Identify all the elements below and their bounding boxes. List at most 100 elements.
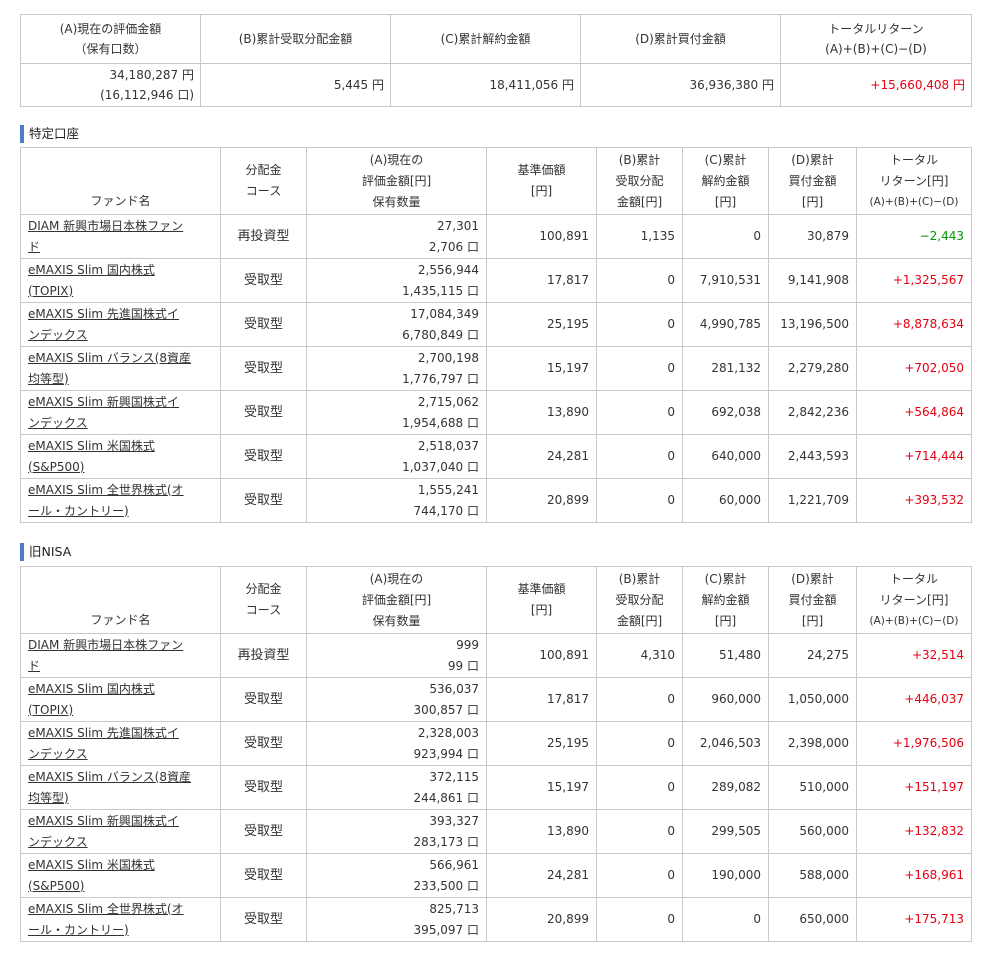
- column-header-course-line: コース: [245, 603, 282, 617]
- cumulative-dividends: 0: [596, 390, 683, 435]
- column-header-nav: 基準価額 [円]: [486, 566, 597, 634]
- column-header-valuation-line: (A)現在の: [369, 571, 424, 586]
- column-header-valuation-line: (A)現在の: [369, 152, 424, 167]
- column-header-valuation: (A)現在の 評価金額[円] 保有数量: [306, 566, 487, 634]
- fund-name-link[interactable]: eMAXIS Slim 先進国株式イ ンデックス: [28, 726, 179, 761]
- cumulative-dividends: 0: [596, 302, 683, 347]
- column-header-nav-line: [円]: [530, 184, 553, 198]
- nav-price: 100,891: [486, 214, 597, 259]
- column-header-purchase-line: (D)累計: [791, 571, 834, 586]
- fund-name-link[interactable]: eMAXIS Slim バランス(8資産 均等型): [28, 351, 191, 386]
- fund-name-link[interactable]: DIAM 新興市場日本株ファンド: [28, 638, 183, 673]
- column-header-valuation-line: 評価金額[円]: [361, 592, 432, 607]
- total-return: +446,037: [856, 677, 972, 722]
- cumulative-purchase: 13,196,500: [768, 302, 857, 347]
- fund-name-cell: eMAXIS Slim 先進国株式イ ンデックス: [20, 302, 221, 347]
- fund-name-link[interactable]: eMAXIS Slim 先進国株式イ ンデックス: [28, 307, 179, 342]
- distribution-course: 受取型: [220, 765, 307, 810]
- fund-name-link[interactable]: eMAXIS Slim 米国株式 (S&P500): [28, 439, 155, 474]
- fund-name-part: eMAXIS Slim 国内株式: [28, 262, 155, 277]
- cumulative-cancellation: 0: [682, 897, 769, 942]
- summary-header-valuation-line2: （保有口数）: [74, 42, 147, 56]
- valuation-amount: 2,328,003: [417, 725, 479, 740]
- column-header-nav-line: 基準価額: [517, 163, 566, 177]
- cumulative-cancellation: 7,910,531: [682, 258, 769, 303]
- holding-quantity: 1,954,688 口: [402, 415, 479, 430]
- cumulative-dividends: 0: [596, 809, 683, 854]
- valuation-amount: 1,555,241: [417, 482, 479, 497]
- cumulative-dividends: 0: [596, 434, 683, 479]
- column-header-valuation-line: 評価金額[円]: [361, 173, 432, 188]
- summary-header-total-return-line1: トータルリターン: [828, 22, 924, 36]
- holding-quantity: 233,500 口: [413, 878, 479, 893]
- fund-name-link[interactable]: eMAXIS Slim 新興国株式イ ンデックス: [28, 395, 179, 430]
- column-header-course: 分配金 コース: [220, 566, 307, 634]
- column-header-purchase: (D)累計 買付金額 [円]: [768, 566, 857, 634]
- fund-name-link[interactable]: eMAXIS Slim 全世界株式(オ ール・カントリー): [28, 902, 184, 937]
- holding-quantity: 244,861 口: [413, 790, 479, 805]
- fund-name-link[interactable]: eMAXIS Slim 新興国株式イ ンデックス: [28, 814, 179, 849]
- valuation-amount: 566,961: [429, 857, 479, 872]
- fund-name-cell: eMAXIS Slim バランス(8資産 均等型): [20, 346, 221, 391]
- valuation-cell: 17,084,349 6,780,849 口: [306, 302, 487, 347]
- cumulative-purchase: 1,221,709: [768, 478, 857, 523]
- column-header-total-return: トータル リターン[円] (A)+(B)+(C)−(D): [856, 566, 972, 634]
- section-title-old-nisa: 旧NISA: [20, 543, 71, 561]
- nav-price: 15,197: [486, 765, 597, 810]
- column-header-dividends-line: (B)累計: [618, 152, 661, 167]
- column-header-course: 分配金 コース: [220, 147, 307, 215]
- valuation-cell: 2,715,062 1,954,688 口: [306, 390, 487, 435]
- column-header-dividends: (B)累計 受取分配 金額[円]: [596, 566, 683, 634]
- summary-dividends: 5,445 円: [200, 63, 391, 107]
- distribution-course: 受取型: [220, 258, 307, 303]
- fund-name-link[interactable]: eMAXIS Slim 国内株式 (TOPIX): [28, 263, 155, 298]
- fund-name-part: ンデックス: [28, 415, 88, 430]
- column-header-dividends-line: 受取分配: [615, 173, 664, 188]
- distribution-course: 受取型: [220, 677, 307, 722]
- fund-row: eMAXIS Slim 新興国株式イ ンデックス 受取型 2,715,062 1,954…: [20, 390, 972, 435]
- holding-quantity: 1,435,115 口: [402, 283, 479, 298]
- fund-name-part: (S&P500): [28, 878, 85, 893]
- valuation-amount: 2,556,944: [417, 262, 479, 277]
- fund-name-link[interactable]: DIAM 新興市場日本株ファンド: [28, 219, 183, 254]
- valuation-amount: 393,327: [429, 813, 479, 828]
- column-header-total-return-line: (A)+(B)+(C)−(D): [869, 195, 959, 208]
- fund-name-cell: eMAXIS Slim 全世界株式(オ ール・カントリー): [20, 478, 221, 523]
- summary-value-row: 34,180,287 円 (16,112,946 口) 5,445 円 18,4…: [20, 63, 972, 107]
- section-title-tokutei: 特定口座: [20, 125, 79, 143]
- column-header-valuation-line: 保有数量: [372, 194, 421, 209]
- cumulative-cancellation: 281,132: [682, 346, 769, 391]
- cumulative-cancellation: 2,046,503: [682, 721, 769, 766]
- nav-price: 17,817: [486, 258, 597, 303]
- cumulative-purchase: 2,279,280: [768, 346, 857, 391]
- fund-name-link[interactable]: eMAXIS Slim バランス(8資産 均等型): [28, 770, 191, 805]
- fund-name-link[interactable]: eMAXIS Slim 米国株式 (S&P500): [28, 858, 155, 893]
- fund-row: DIAM 新興市場日本株ファンド 再投資型 27,301 2,706 口 100,891…: [20, 214, 972, 259]
- column-header-valuation: (A)現在の 評価金額[円] 保有数量: [306, 147, 487, 215]
- fund-row: eMAXIS Slim バランス(8資産 均等型) 受取型 2,700,198 1,77…: [20, 346, 972, 391]
- column-header-cancellation-line: [円]: [714, 194, 737, 209]
- fund-name-part: ド: [28, 658, 41, 673]
- cumulative-dividends: 0: [596, 346, 683, 391]
- total-return: +1,976,506: [856, 721, 972, 766]
- fund-name-part: DIAM 新興市場日本株ファン: [28, 637, 184, 652]
- distribution-course: 受取型: [220, 434, 307, 479]
- column-header-total-return-line: リターン[円]: [879, 173, 949, 188]
- fund-name-link[interactable]: eMAXIS Slim 全世界株式(オ ール・カントリー): [28, 483, 184, 518]
- fund-name-cell: eMAXIS Slim 米国株式 (S&P500): [20, 853, 221, 898]
- total-return: +393,532: [856, 478, 972, 523]
- column-header-purchase-line: (D)累計: [791, 152, 834, 167]
- column-header-row: ファンド名 分配金 コース (A)現在の 評価金額[円] 保有数量 基準価額 [円] (B)累計…: [20, 147, 972, 215]
- fund-name-cell: DIAM 新興市場日本株ファンド: [20, 214, 221, 259]
- column-header-cancellation-line: (C)累計: [704, 571, 747, 586]
- fund-name-part: DIAM 新興市場日本株ファン: [28, 218, 184, 233]
- cumulative-dividends: 0: [596, 853, 683, 898]
- fund-name-part: eMAXIS Slim 先進国株式イ: [28, 306, 179, 321]
- valuation-amount: 17,084,349: [410, 306, 479, 321]
- holding-quantity: 2,706 口: [428, 239, 479, 254]
- fund-row: eMAXIS Slim 全世界株式(オ ール・カントリー) 受取型 825,713 39…: [20, 897, 972, 942]
- fund-name-link[interactable]: eMAXIS Slim 国内株式 (TOPIX): [28, 682, 155, 717]
- column-header-row: ファンド名 分配金 コース (A)現在の 評価金額[円] 保有数量 基準価額 [円] (B)累計…: [20, 566, 972, 634]
- valuation-cell: 2,700,198 1,776,797 口: [306, 346, 487, 391]
- summary-table: (A)現在の評価金額 （保有口数） (B)累計受取分配金額 (C)累計解約金額 …: [20, 14, 972, 107]
